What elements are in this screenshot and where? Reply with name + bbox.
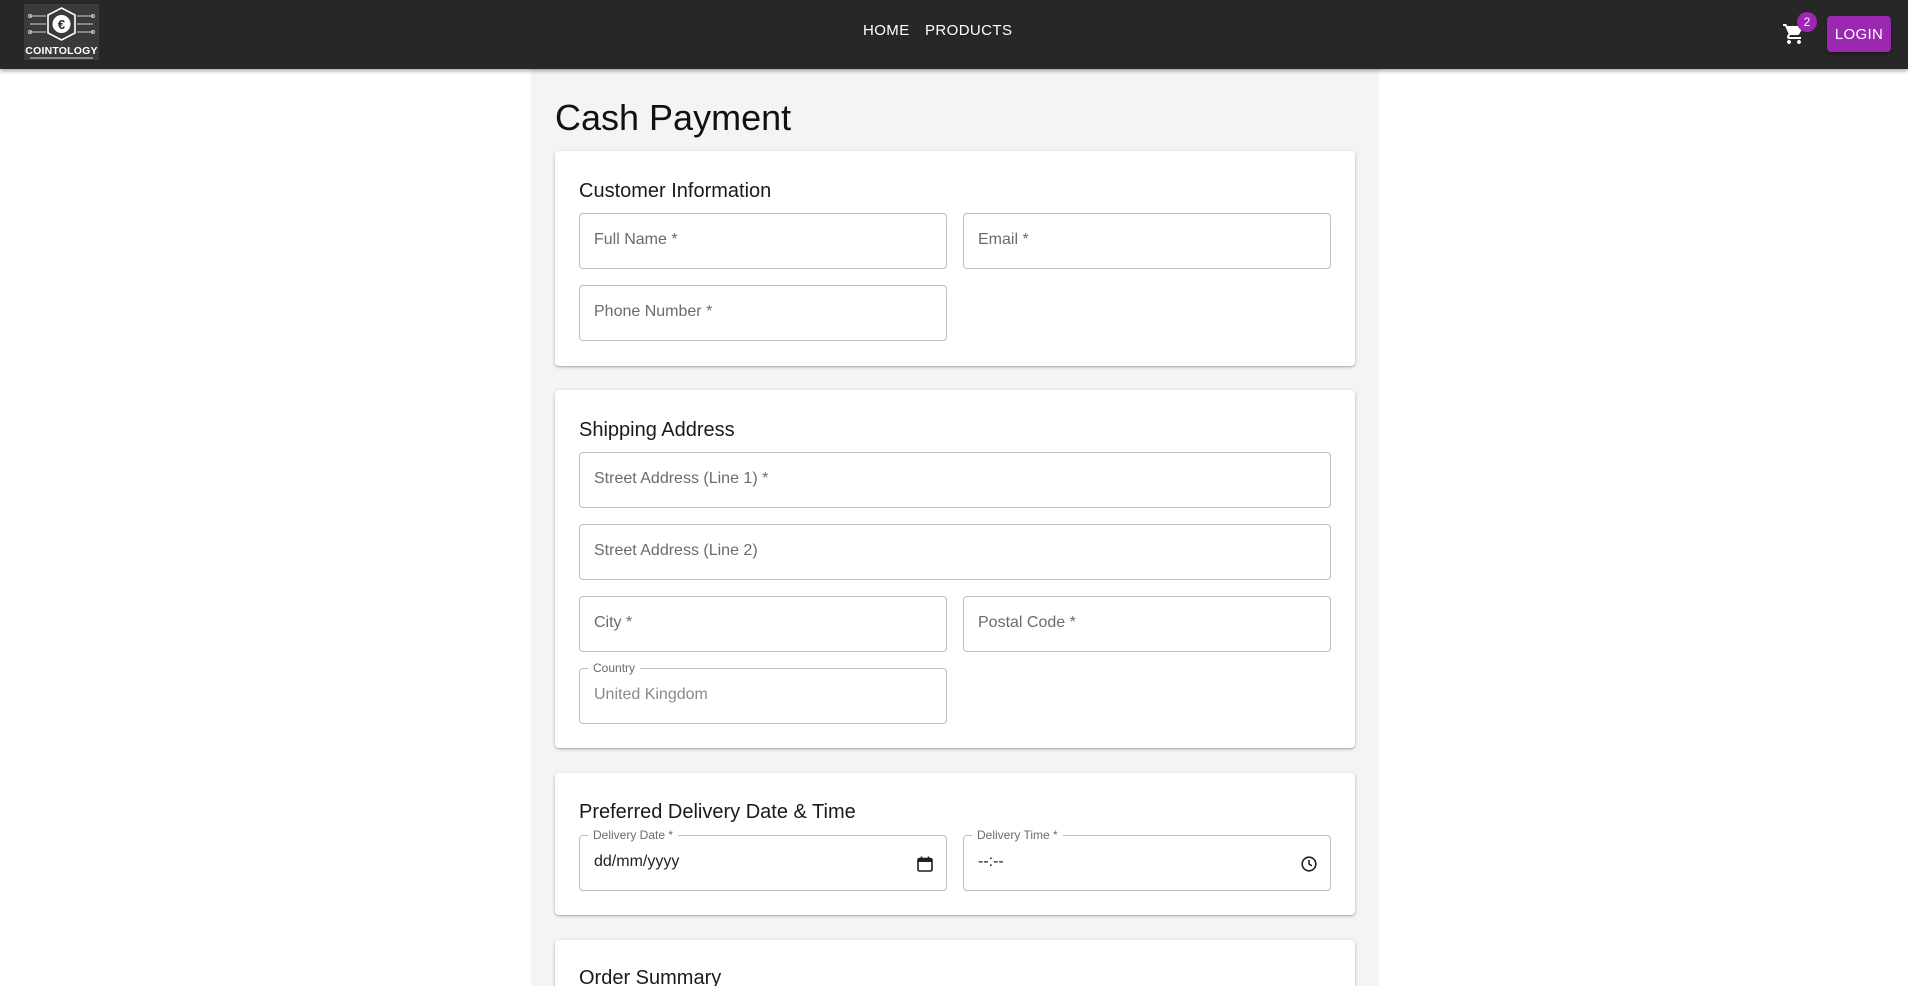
city-placeholder: City * — [594, 614, 633, 631]
full-name-placeholder: Full Name * — [594, 231, 678, 248]
street-address-line1-field[interactable]: Street Address (Line 1) * — [579, 452, 1331, 508]
full-name-field[interactable]: Full Name * — [579, 213, 947, 269]
customer-information-card: Customer Information Full Name * Email *… — [555, 151, 1355, 366]
delivery-date-label: Delivery Date * — [588, 828, 679, 842]
app-bar: € COINTOLOGY HOME PRODUCTS 2 LOGIN — [0, 0, 1908, 69]
street-address-line2-field[interactable]: Street Address (Line 2) — [579, 524, 1331, 580]
brand-tagline — [30, 57, 93, 59]
delivery-date-field[interactable]: Delivery Date * dd/mm/yyyy — [579, 828, 947, 891]
email-field[interactable]: Email * — [963, 213, 1331, 269]
delivery-card: Preferred Delivery Date & Time Delivery … — [555, 773, 1355, 915]
city-field[interactable]: City * — [579, 596, 947, 652]
country-label: Country — [588, 661, 641, 675]
calendar-icon[interactable] — [916, 855, 934, 873]
delivery-time-value: --:-- — [978, 853, 1004, 870]
order-summary-card: Order Summary — [555, 940, 1355, 986]
login-button[interactable]: LOGIN — [1827, 16, 1891, 52]
email-placeholder: Email * — [978, 231, 1029, 248]
brand-logo[interactable]: € COINTOLOGY — [24, 4, 99, 60]
nav-products-link[interactable]: PRODUCTS — [925, 22, 1012, 39]
street-address-line2-placeholder: Street Address (Line 2) — [594, 542, 758, 559]
delivery-title: Preferred Delivery Date & Time — [579, 801, 856, 823]
phone-number-placeholder: Phone Number * — [594, 303, 713, 320]
svg-text:€: € — [58, 17, 65, 32]
delivery-time-field[interactable]: Delivery Time * --:-- — [963, 828, 1331, 891]
nav-home-link[interactable]: HOME — [863, 22, 910, 39]
postal-code-placeholder: Postal Code * — [978, 614, 1076, 631]
clock-icon[interactable] — [1300, 855, 1318, 873]
brand-name: COINTOLOGY — [25, 45, 98, 57]
country-value: United Kingdom — [594, 686, 708, 703]
order-summary-title: Order Summary — [579, 967, 722, 986]
cart-count-badge: 2 — [1797, 12, 1817, 32]
country-field[interactable]: Country United Kingdom — [579, 661, 947, 724]
postal-code-field[interactable]: Postal Code * — [963, 596, 1331, 652]
shipping-address-card: Shipping Address Street Address (Line 1)… — [555, 390, 1355, 748]
checkout-container: Cash Payment Customer Information Full N… — [531, 69, 1379, 986]
page-title: Cash Payment — [555, 97, 792, 138]
shipping-address-title: Shipping Address — [579, 419, 735, 441]
delivery-date-value: dd/mm/yyyy — [594, 853, 680, 870]
customer-information-title: Customer Information — [579, 180, 772, 202]
coin-emblem-icon: € — [28, 7, 95, 41]
delivery-time-label: Delivery Time * — [972, 828, 1063, 842]
phone-number-field[interactable]: Phone Number * — [579, 285, 947, 341]
street-address-line1-placeholder: Street Address (Line 1) * — [594, 470, 769, 487]
